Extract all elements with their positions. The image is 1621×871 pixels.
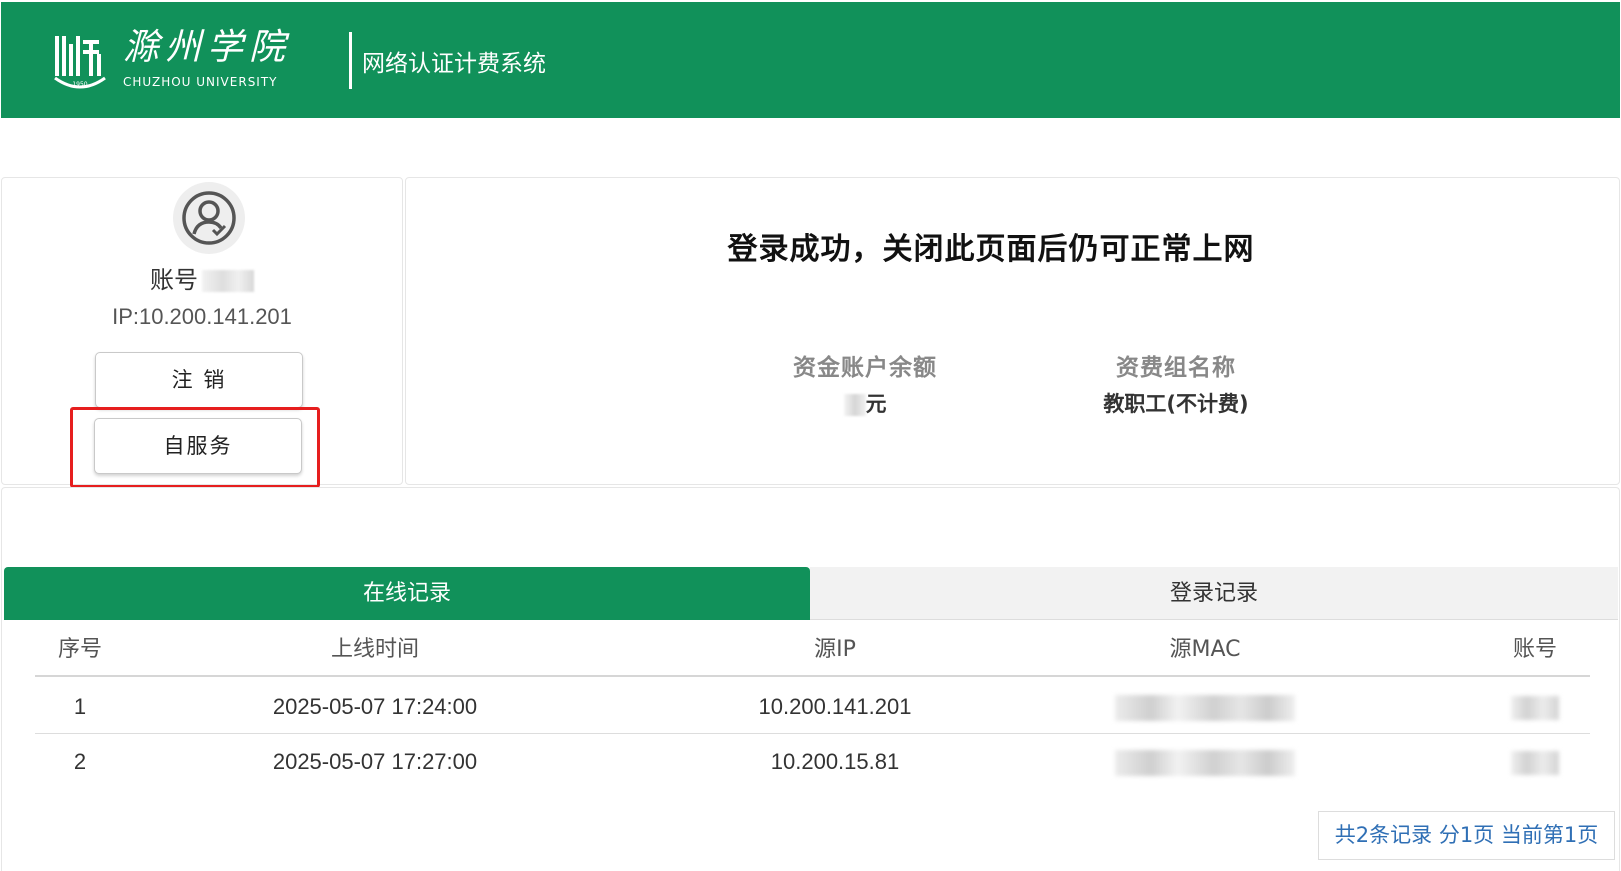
university-logo-icon: 1950: [54, 36, 106, 89]
row-online-time: 2025-05-07 17:27:00: [272, 749, 478, 774]
row-source-mac-redacted: [1095, 679, 1315, 734]
records-panel: 在线记录 登录记录 序号 上线时间 源IP 源MAC 账号 1 2025-05-…: [1, 487, 1620, 871]
system-title: 网络认证计费系统: [362, 51, 546, 77]
table-header: 序号 上线时间 源IP 源MAC 账号: [35, 622, 1590, 677]
tariff-group-stat: 资费组名称 教职工(不计费): [1056, 348, 1296, 418]
tariff-group-value: 教职工(不计费): [1103, 392, 1249, 416]
self-service-button[interactable]: 自服务: [94, 418, 302, 474]
university-name-en: CHUZHOU UNIVERSITY: [123, 75, 278, 89]
row-source-ip: 10.200.141.201: [758, 694, 912, 719]
column-header-source-ip: 源IP: [814, 637, 856, 662]
row-account-redacted: [1480, 734, 1590, 789]
info-panel: 登录成功，关闭此页面后仍可正常上网 资金账户余额 元 资费组名称 教职工(不计费…: [405, 177, 1620, 485]
row-index: 2: [73, 749, 87, 774]
account-line: 账号: [2, 260, 402, 295]
account-value-redacted: [202, 270, 254, 292]
row-source-mac-redacted: [1095, 734, 1315, 789]
balance-value: 元: [745, 388, 985, 418]
balance-unit: 元: [865, 392, 887, 416]
account-label: 账号: [150, 266, 198, 294]
logout-button[interactable]: 注 销: [95, 352, 303, 408]
row-account-redacted: [1480, 679, 1590, 734]
ip-address: IP:10.200.141.201: [112, 304, 292, 329]
row-source-ip: 10.200.15.81: [770, 749, 900, 774]
tab-online-records[interactable]: 在线记录: [4, 567, 810, 620]
tab-login-records[interactable]: 登录记录: [810, 567, 1618, 620]
user-avatar-icon: [173, 182, 245, 254]
balance-amount-redacted: [843, 394, 866, 416]
row-online-time: 2025-05-07 17:24:00: [272, 694, 478, 719]
row-index: 1: [73, 694, 87, 719]
column-header-source-mac: 源MAC: [1169, 637, 1241, 662]
pagination-info: 共2条记录 分1页 当前第1页: [1318, 811, 1615, 860]
table-row: 2 2025-05-07 17:27:00 10.200.15.81: [35, 734, 1590, 789]
user-panel: 账号 IP:10.200.141.201 注 销 自服务: [1, 177, 403, 485]
column-header-index: 序号: [57, 637, 102, 662]
university-name-cn: 滁州学院: [123, 27, 292, 68]
balance-stat: 资金账户余额 元: [745, 348, 985, 418]
balance-label: 资金账户余额: [793, 355, 937, 381]
logo-year: 1950: [72, 81, 87, 88]
tariff-group-label: 资费组名称: [1116, 355, 1236, 381]
header-divider: [349, 32, 352, 89]
column-header-account: 账号: [1512, 637, 1557, 662]
column-header-online-time: 上线时间: [330, 637, 419, 662]
header-bar: 1950 滁州学院 CHUZHOU UNIVERSITY 网络认证计费系统: [1, 2, 1620, 118]
login-success-message: 登录成功，关闭此页面后仍可正常上网: [727, 232, 1255, 267]
table-row: 1 2025-05-07 17:24:00 10.200.141.201: [35, 679, 1590, 734]
